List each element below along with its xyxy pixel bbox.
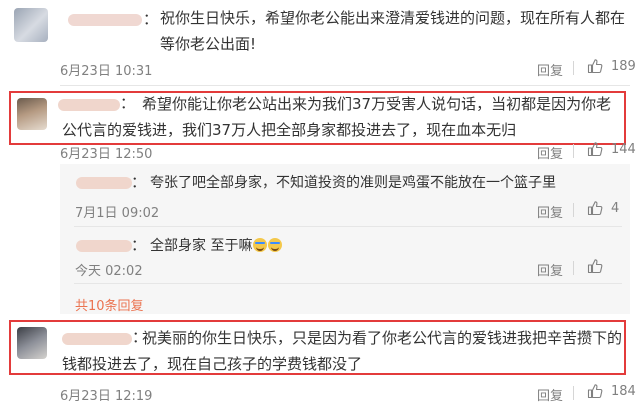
- thumbs-up-icon: [587, 201, 603, 216]
- avatar[interactable]: [17, 327, 47, 359]
- comment-text: 希望你能让你老公站出来为我们37万受害人说句话，当初都是因为你老公代言的爱钱进，…: [62, 95, 612, 139]
- comment-text: 祝美丽的你生日快乐，只是因为看了你老公代言的爱钱进我把辛苦攒下的钱都投进去了，现…: [62, 329, 623, 373]
- thumbs-up-icon: [587, 142, 603, 157]
- like-button[interactable]: 4: [587, 200, 619, 216]
- action-separator: [573, 386, 574, 400]
- thumbs-up-icon: [587, 384, 603, 399]
- username-colon: ：: [131, 236, 147, 254]
- laugh-cry-emoji: [268, 238, 283, 252]
- action-separator: [573, 144, 574, 158]
- reply-button[interactable]: 回复: [537, 60, 563, 79]
- comment-time: 6月23日 12:19: [60, 389, 153, 404]
- reply-time: 7月1日 09:02: [75, 206, 160, 221]
- like-button[interactable]: [587, 258, 611, 274]
- action-separator: [573, 261, 574, 275]
- reply-button[interactable]: 回复: [537, 385, 563, 404]
- reply-text: 全部身家 至于嘛: [150, 238, 253, 254]
- comment-text: 祝你生日快乐，希望你老公能出来澄清爱钱进的问题，现在所有人都在等你老公出面!: [160, 9, 626, 53]
- action-separator: [573, 61, 574, 75]
- username-blurred[interactable]: [68, 14, 142, 26]
- username-blurred[interactable]: [76, 177, 132, 189]
- action-separator: [573, 203, 574, 217]
- reply-time: 今天 02:02: [75, 264, 143, 279]
- thumbs-up-icon: [587, 259, 603, 274]
- like-button[interactable]: 189: [587, 58, 636, 74]
- reply-text: 夸张了吧全部身家，不知道投资的准则是鸡蛋不能放在一个篮子里: [150, 175, 556, 191]
- comment-time: 6月23日 10:31: [60, 64, 153, 79]
- comment-divider: [60, 85, 630, 86]
- username-colon: ：: [143, 10, 159, 28]
- avatar[interactable]: [17, 98, 47, 130]
- reply-button[interactable]: 回复: [537, 143, 563, 162]
- avatar[interactable]: [14, 8, 48, 42]
- like-count: 184: [611, 383, 636, 399]
- laugh-cry-emoji: [253, 238, 268, 252]
- username-blurred[interactable]: [76, 240, 132, 252]
- more-replies-link[interactable]: 共10条回复: [75, 295, 144, 314]
- reply-text-wrap: 全部身家 至于嘛: [150, 233, 283, 259]
- username-colon: ：: [131, 173, 147, 191]
- like-button[interactable]: 184: [587, 383, 636, 399]
- reply-divider: [74, 226, 622, 227]
- like-button[interactable]: 144: [587, 141, 636, 157]
- reply-button[interactable]: 回复: [537, 260, 563, 279]
- like-count: 189: [611, 58, 636, 74]
- reply-divider: [74, 283, 622, 284]
- thumbs-up-icon: [587, 59, 603, 74]
- comment-time: 6月23日 12:50: [60, 147, 153, 162]
- reply-button[interactable]: 回复: [537, 202, 563, 221]
- like-count: 144: [611, 141, 636, 157]
- like-count: 4: [611, 200, 620, 216]
